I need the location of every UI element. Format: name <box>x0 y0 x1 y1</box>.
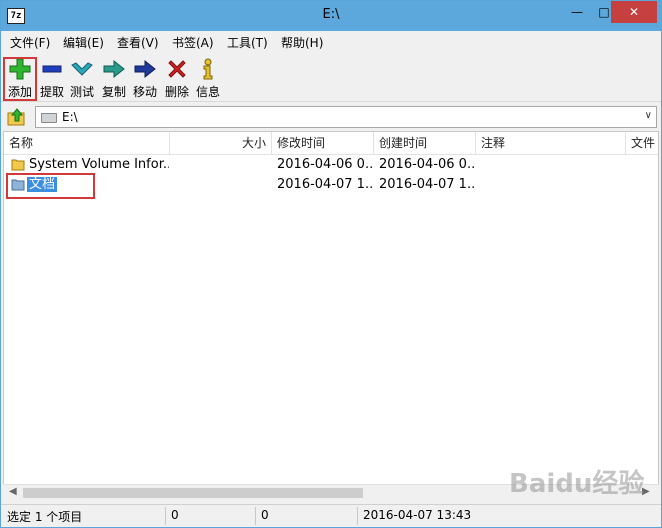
scroll-left-icon[interactable]: ◀ <box>9 486 17 497</box>
info-button[interactable]: 信息 <box>191 55 225 99</box>
watermark-logo: Baidu经验 <box>509 469 645 499</box>
move-arrow-icon <box>134 59 156 79</box>
row-modified: 2016-04-07 1... <box>277 177 373 192</box>
close-icon: ✕ <box>628 5 640 19</box>
column-header-modified[interactable]: 修改时间 <box>272 132 374 154</box>
status-bar: 选定 1 个项目 0 0 2016-04-07 13:43 <box>1 504 661 527</box>
menu-tools[interactable]: 工具(T) <box>227 34 268 51</box>
delete-x-icon <box>168 60 186 78</box>
status-datetime: 2016-04-07 13:43 <box>363 508 472 522</box>
menu-help[interactable]: 帮助(H) <box>281 34 323 51</box>
list-header: 名称 大小 修改时间 创建时间 注释 文件 <box>4 132 658 155</box>
extract-button[interactable]: 提取 <box>35 55 69 99</box>
copy-button[interactable]: 复制 <box>97 55 131 99</box>
scrollbar-thumb[interactable] <box>23 488 363 498</box>
address-bar: E:\ ∨ <box>1 104 661 130</box>
info-label: 信息 <box>195 85 220 99</box>
column-header-name[interactable]: 名称 <box>4 132 170 154</box>
delete-label: 删除 <box>164 85 189 99</box>
minimize-button[interactable]: — <box>562 1 592 23</box>
row-created: 2016-04-07 1... <box>379 177 475 192</box>
move-button[interactable]: 移动 <box>128 55 162 99</box>
check-icon <box>71 62 93 76</box>
column-header-created[interactable]: 创建时间 <box>374 132 476 154</box>
drive-icon <box>41 113 57 123</box>
row-created: 2016-04-06 0... <box>379 157 475 172</box>
extract-label: 提取 <box>39 85 64 99</box>
row-modified: 2016-04-06 0... <box>277 157 373 172</box>
up-folder-icon <box>7 108 25 126</box>
table-row[interactable]: 文档 2016-04-07 1... 2016-04-07 1... <box>4 175 658 195</box>
column-header-size[interactable]: 大小 <box>170 132 272 154</box>
selected-highlight-box <box>6 173 95 199</box>
up-folder-button[interactable] <box>7 108 27 126</box>
chevron-down-icon[interactable]: ∨ <box>645 110 652 121</box>
menu-view[interactable]: 查看(V) <box>117 34 159 51</box>
column-header-comment[interactable]: 注释 <box>476 132 626 154</box>
address-input[interactable]: E:\ ∨ <box>35 106 657 128</box>
row-size <box>170 175 266 195</box>
menu-file[interactable]: 文件(F) <box>10 34 50 51</box>
table-row[interactable]: System Volume Infor... 2016-04-06 0... 2… <box>4 155 658 175</box>
title-bar[interactable]: 7z E:\ — □ ✕ <box>1 1 661 31</box>
file-list[interactable]: 名称 大小 修改时间 创建时间 注释 文件 System Volume Info… <box>3 131 659 501</box>
close-button[interactable]: ✕ <box>611 1 657 23</box>
add-highlight-box <box>3 57 37 101</box>
status-divider <box>165 507 166 525</box>
delete-button[interactable]: 删除 <box>160 55 194 99</box>
maximize-icon: □ <box>598 5 610 19</box>
status-selection: 选定 1 个项目 <box>7 510 83 524</box>
copy-label: 复制 <box>101 85 126 99</box>
folder-icon <box>11 159 25 171</box>
menu-bar: 文件(F) 编辑(E) 查看(V) 书签(A) 工具(T) 帮助(H) <box>1 31 661 53</box>
app-window: 7z E:\ — □ ✕ 文件(F) 编辑(E) 查看(V) 书签(A) 工具(… <box>0 0 662 528</box>
copy-arrow-icon <box>103 59 125 79</box>
status-divider <box>357 507 358 525</box>
menu-edit[interactable]: 编辑(E) <box>63 34 104 51</box>
test-button[interactable]: 测试 <box>65 55 99 99</box>
toolbar: 添加 提取 测试 复制 移动 删除 信息 <box>1 53 661 102</box>
row-size <box>170 155 266 175</box>
column-header-files[interactable]: 文件 <box>626 132 658 154</box>
row-name: System Volume Infor... <box>29 157 169 172</box>
minimize-icon: — <box>571 5 583 19</box>
minus-icon <box>42 65 62 73</box>
menu-bookmarks[interactable]: 书签(A) <box>172 34 214 51</box>
test-label: 测试 <box>69 85 94 99</box>
status-size: 0 <box>171 508 179 522</box>
status-divider <box>255 507 256 525</box>
status-packed-size: 0 <box>261 508 269 522</box>
move-label: 移动 <box>132 85 157 99</box>
address-path: E:\ <box>62 110 78 124</box>
info-icon <box>203 58 213 80</box>
